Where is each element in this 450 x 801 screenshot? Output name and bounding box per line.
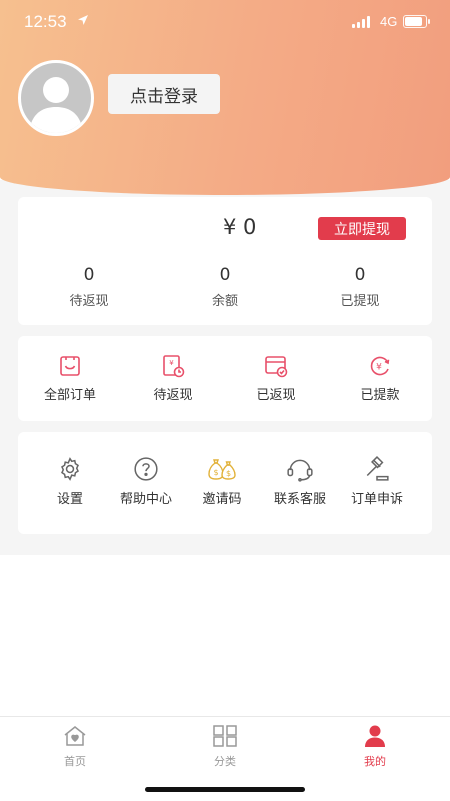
stat-balance[interactable]: 0 余额	[165, 265, 285, 309]
status-time: 12:53	[24, 12, 67, 31]
tool-customer-service[interactable]: 联系客服	[260, 456, 340, 507]
tool-label: 联系客服	[273, 492, 326, 507]
svg-text:$: $	[213, 468, 218, 477]
gavel-icon	[366, 456, 389, 481]
network-type: 4G	[380, 14, 398, 29]
tool-settings[interactable]: 设置	[30, 456, 110, 507]
home-indicator	[145, 787, 305, 792]
orders-item-pending[interactable]: ¥ 待返现	[133, 354, 213, 403]
orders-card: 全部订单 ¥ 待返现 已返现 ¥ 已提款	[18, 336, 432, 421]
tool-order-appeal[interactable]: 订单申诉	[337, 456, 417, 507]
stat-value: 0	[219, 265, 231, 285]
tab-label: 首页	[64, 755, 86, 768]
stat-pending-cashback[interactable]: 0 待返现	[29, 265, 149, 309]
tool-help-center[interactable]: 帮助中心	[106, 456, 186, 507]
withdrawn-icon: ¥	[370, 356, 390, 376]
all-orders-icon	[60, 356, 80, 376]
grid-icon	[213, 725, 237, 747]
battery-icon	[403, 15, 430, 28]
svg-text:$: $	[226, 469, 231, 478]
login-button[interactable]: 点击登录	[108, 74, 220, 114]
orders-item-withdrawn[interactable]: ¥ 已提款	[340, 354, 420, 403]
tab-home[interactable]: 首页	[35, 725, 115, 769]
home-icon	[64, 726, 86, 746]
stat-label: 余额	[211, 294, 238, 309]
orders-item-all[interactable]: 全部订单	[30, 354, 110, 403]
tool-invite-code[interactable]: $ $ 邀请码	[182, 456, 262, 507]
orders-item-label: 待返现	[153, 388, 193, 403]
tab-category[interactable]: 分类	[185, 725, 265, 769]
svg-text:¥: ¥	[376, 363, 382, 373]
stat-label: 待返现	[69, 294, 109, 309]
tool-label: 设置	[56, 492, 83, 507]
tab-label: 我的	[364, 755, 386, 768]
tool-label: 帮助中心	[119, 492, 172, 507]
tab-mine[interactable]: 我的	[335, 725, 415, 769]
orders-item-label: 全部订单	[43, 388, 96, 403]
default-avatar-icon	[29, 77, 83, 133]
stat-withdrawn[interactable]: 0 已提现	[300, 265, 420, 309]
tab-label: 分类	[214, 755, 236, 768]
avatar[interactable]	[18, 60, 94, 136]
tool-label: 邀请码	[202, 492, 242, 507]
withdraw-now-button[interactable]: 立即提现	[318, 217, 406, 240]
tool-label: 订单申诉	[350, 492, 403, 507]
gear-icon	[61, 457, 79, 481]
headset-icon	[287, 459, 313, 482]
help-icon	[134, 457, 158, 481]
orders-item-label: 已返现	[256, 388, 296, 403]
stat-value: 0	[83, 265, 95, 285]
stat-value: 0	[354, 265, 366, 285]
wallet-card: ¥ 0 立即提现 0 待返现 0 余额 0 已提现	[18, 197, 432, 325]
status-bar: 12:53 4G	[0, 0, 450, 44]
orders-item-label: 已提款	[360, 388, 400, 403]
orders-item-cashback-done[interactable]: 已返现	[236, 354, 316, 403]
cashback-done-icon	[265, 356, 288, 378]
money-bags-icon: $ $	[208, 459, 236, 480]
balance-amount: ¥ 0	[223, 215, 257, 239]
pending-cashback-icon: ¥	[163, 355, 185, 378]
location-arrow-icon	[78, 15, 88, 25]
signal-icon	[352, 16, 372, 28]
user-icon	[365, 725, 385, 747]
stat-label: 已提现	[340, 294, 380, 309]
svg-text:¥: ¥	[169, 359, 174, 367]
tools-card: 设置 帮助中心 $ $ 邀请码 联系客服 订单申诉	[18, 432, 432, 534]
